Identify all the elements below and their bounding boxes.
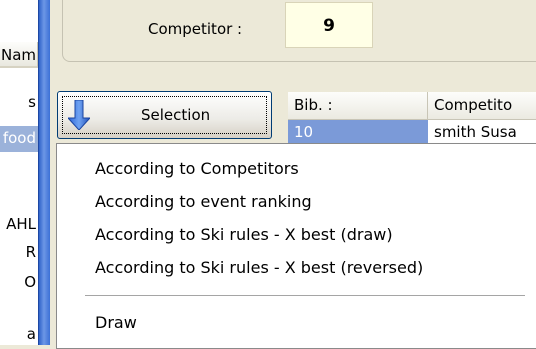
list-item[interactable] (0, 176, 38, 202)
list-item[interactable]: O (0, 270, 38, 296)
menu-item-ski-rules-draw[interactable]: According to Ski rules - X best (draw) (59, 220, 536, 250)
grid-column-header-competitor[interactable]: Competito (428, 92, 536, 120)
selection-popup-menu: According to Competitors According to ev… (56, 143, 536, 349)
competitor-list-panel[interactable]: Nam s food AHL R O a (0, 0, 38, 345)
selection-button[interactable]: Selection (57, 91, 272, 139)
list-item-selected[interactable]: food (0, 126, 38, 152)
down-arrow-icon (68, 100, 90, 130)
list-item[interactable]: AHL (0, 212, 38, 238)
grid-column-header-bib[interactable]: Bib. : (288, 92, 428, 120)
menu-item-draw[interactable]: Draw (59, 308, 536, 338)
menu-item-according-to-competitors[interactable]: According to Competitors (59, 154, 536, 184)
selection-button-label: Selection (141, 106, 211, 124)
list-column-header-name[interactable]: Nam (0, 42, 38, 68)
list-column-header-label: Nam (0, 46, 36, 64)
menu-separator (85, 295, 525, 297)
competitor-count-field[interactable]: 9 (285, 2, 373, 48)
competitor-label: Competitor : (148, 20, 243, 38)
list-item[interactable]: R (0, 240, 38, 266)
panel-splitter[interactable] (38, 0, 50, 345)
menu-item-ski-rules-reversed[interactable]: According to Ski rules - X best (reverse… (59, 253, 536, 283)
menu-item-according-to-event-ranking[interactable]: According to event ranking (59, 187, 536, 217)
list-item[interactable]: s (0, 90, 38, 116)
list-item[interactable]: a (0, 322, 38, 345)
